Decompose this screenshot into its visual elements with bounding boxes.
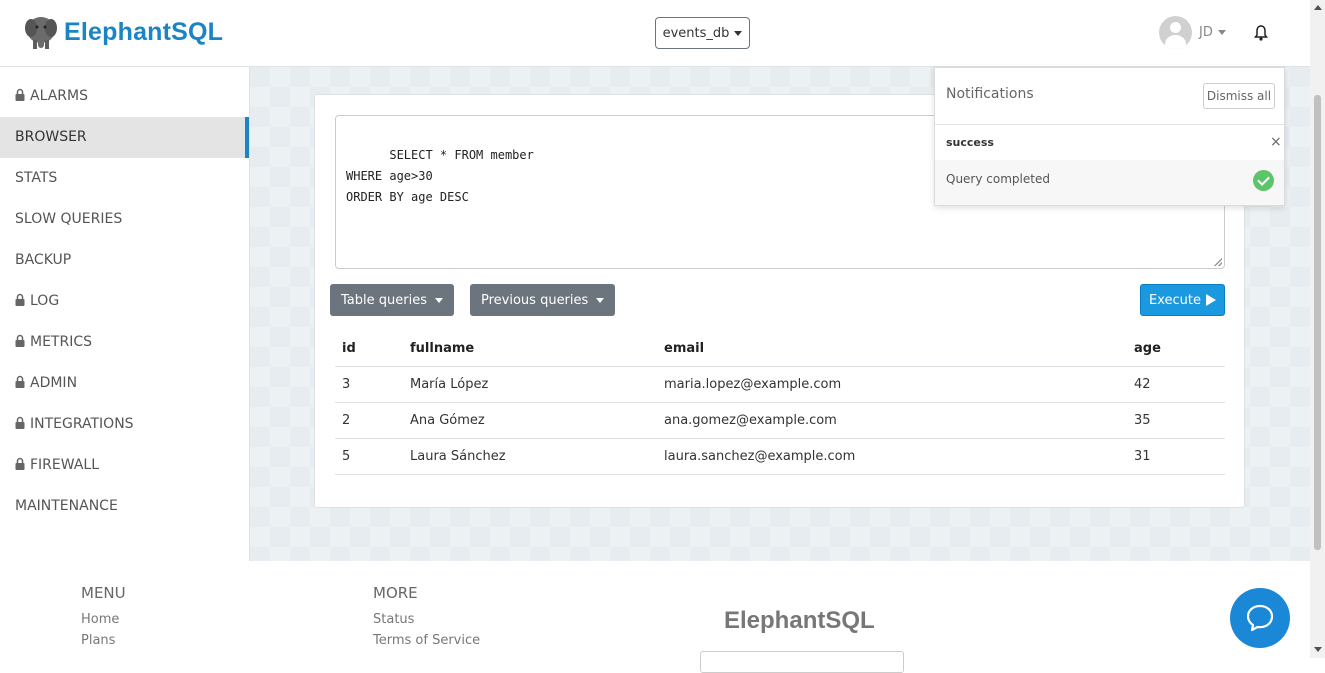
footer-link-status[interactable]: Status [373,612,414,627]
sidebar-item-label: STATS [15,170,58,186]
sidebar-item-metrics[interactable]: METRICS [0,322,249,363]
scrollbar-thumb[interactable] [1314,95,1321,550]
sidebar-item-label: SLOW QUERIES [15,211,123,227]
lock-icon [15,375,25,388]
footer-select[interactable] [700,651,904,673]
notification-message: Query completed [946,172,1050,186]
table-cell: 42 [1127,366,1225,403]
footer-link-plans[interactable]: Plans [81,633,115,648]
table-cell: maria.lopez@example.com [657,366,1127,403]
table-cell: 31 [1127,438,1225,475]
brand-name: ElephantSQL [64,17,224,46]
table-queries-label: Table queries [341,292,427,308]
table-cell: 3 [335,366,403,403]
previous-queries-button[interactable]: Previous queries [470,284,616,316]
avatar [1159,16,1192,49]
sidebar-item-log[interactable]: LOG [0,281,249,322]
footer: MENU Home Plans MORE Status Terms of Ser… [0,562,1310,673]
database-select[interactable]: events_db [655,17,750,49]
sidebar-item-integrations[interactable]: INTEGRATIONS [0,404,249,445]
table-cell: ana.gomez@example.com [657,402,1127,439]
chat-bubble-icon [1246,604,1274,632]
footer-menu-heading: MENU [81,584,126,602]
bell-icon[interactable] [1254,25,1268,41]
table-queries-button[interactable]: Table queries [330,284,454,316]
chevron-down-icon [1217,30,1226,35]
column-header[interactable]: fullname [403,330,657,367]
sidebar-item-label: BACKUP [15,252,72,268]
sidebar-item-label: ALARMS [30,88,88,104]
sidebar-item-label: METRICS [30,334,92,350]
sidebar-item-label: MAINTENANCE [15,498,118,514]
sidebar-item-slow-queries[interactable]: SLOW QUERIES [0,199,249,240]
notification-item: Query completed [935,160,1284,205]
table-cell: laura.sanchez@example.com [657,438,1127,475]
column-header[interactable]: age [1127,330,1225,367]
table-row: 3 María López maria.lopez@example.com 42 [335,366,1225,403]
footer-link-terms[interactable]: Terms of Service [373,633,480,648]
notifications-panel: Notifications Dismiss all success × Quer… [934,67,1285,206]
sidebar-item-browser[interactable]: BROWSER [0,117,249,158]
database-select-value: events_db [662,25,730,41]
column-header[interactable]: email [657,330,1127,367]
sidebar-item-stats[interactable]: STATS [0,158,249,199]
chevron-down-icon [596,297,605,303]
sidebar-item-alarms[interactable]: ALARMS [0,76,249,117]
sidebar-item-admin[interactable]: ADMIN [0,363,249,404]
resize-handle-icon[interactable] [1214,258,1222,266]
sidebar-item-firewall[interactable]: FIREWALL [0,445,249,486]
sidebar-item-maintenance[interactable]: MAINTENANCE [0,486,249,527]
chevron-down-icon [434,297,443,303]
results-table: id fullname email age 3 María López mari… [335,330,1225,475]
top-navbar: ElephantSQL events_db JD [0,0,1310,67]
sidebar-item-label: LOG [30,293,60,309]
page-scrollbar[interactable] [1310,0,1325,658]
table-cell: Ana Gómez [403,402,657,439]
close-icon[interactable]: × [1270,134,1282,150]
brand-logo[interactable]: ElephantSQL [24,14,223,50]
execute-label: Execute [1149,292,1201,308]
execute-button[interactable]: Execute [1140,284,1225,316]
table-cell: 35 [1127,402,1225,439]
lock-icon [15,293,25,306]
elephant-logo-icon [25,17,57,49]
sidebar-item-backup[interactable]: BACKUP [0,240,249,281]
footer-link-home[interactable]: Home [81,612,119,627]
chat-support-button[interactable] [1230,588,1290,648]
lock-icon [15,457,25,470]
table-cell: Laura Sánchez [403,438,657,475]
table-cell: 2 [335,402,403,439]
sidebar-item-label: INTEGRATIONS [30,416,134,432]
notifications-title: Notifications [946,86,1034,102]
table-cell: María López [403,366,657,403]
column-header[interactable]: id [335,330,403,367]
table-row: 5 Laura Sánchez laura.sanchez@example.co… [335,438,1225,475]
scroll-down-arrow-icon[interactable] [1314,647,1322,652]
notification-type: success [946,136,994,149]
table-header-row: id fullname email age [335,330,1225,367]
lock-icon [15,416,25,429]
chevron-down-icon [734,30,743,36]
lock-icon [15,334,25,347]
previous-queries-label: Previous queries [481,292,589,308]
sidebar-item-label: ADMIN [30,375,78,391]
table-cell: 5 [335,438,403,475]
sidebar-item-label: BROWSER [15,129,87,145]
footer-more-heading: MORE [373,584,418,602]
check-circle-icon [1253,170,1274,191]
notifications-header: Notifications Dismiss all [935,68,1284,125]
user-menu[interactable]: JD [1159,16,1226,49]
sidebar: ALARMS BROWSER STATS SLOW QUERIES BACKUP… [0,67,250,561]
table-row: 2 Ana Gómez ana.gomez@example.com 35 [335,402,1225,439]
footer-brand: ElephantSQL [724,607,875,634]
user-initials: JD [1199,25,1213,40]
lock-icon [15,88,25,101]
play-icon [1206,294,1216,306]
scroll-up-arrow-icon[interactable] [1314,5,1322,10]
sql-query-text: SELECT * FROM member WHERE age>30 ORDER … [346,148,534,204]
sidebar-item-label: FIREWALL [30,457,100,473]
dismiss-all-button[interactable]: Dismiss all [1203,83,1275,109]
